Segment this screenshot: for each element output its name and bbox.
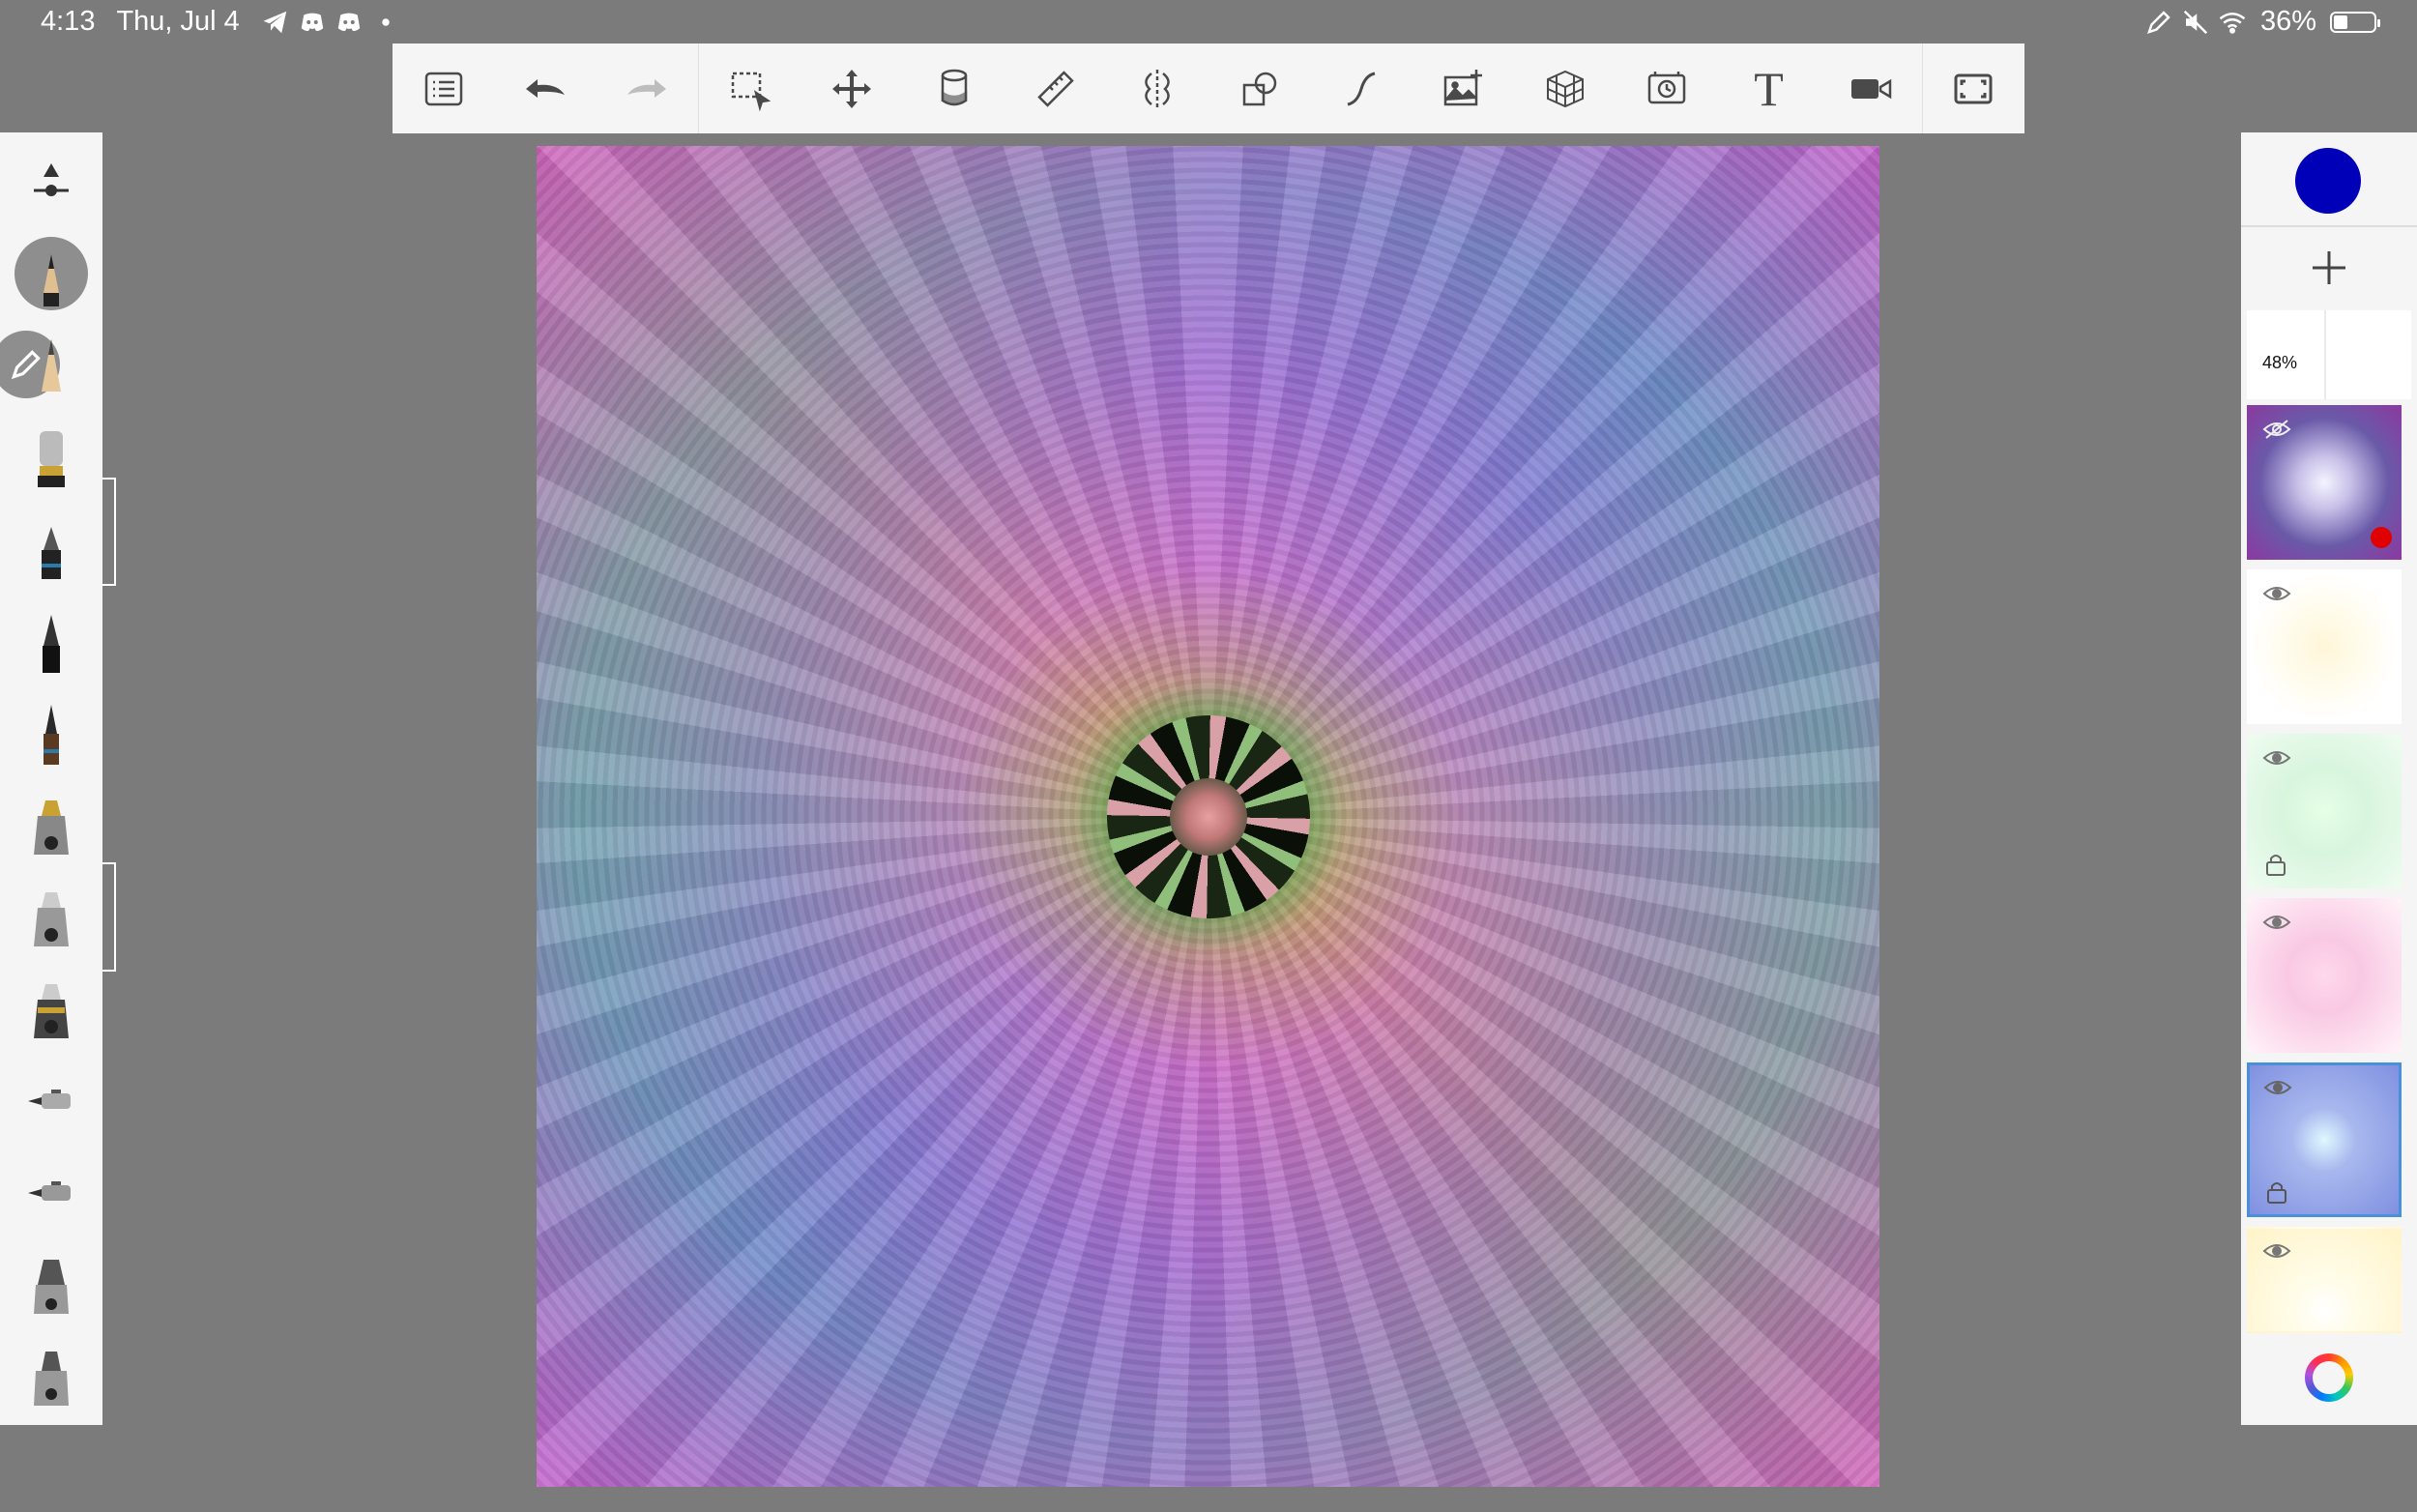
status-right: 36%	[2144, 6, 2380, 38]
perspective-icon[interactable]	[1514, 44, 1616, 133]
pencil-icon	[2146, 10, 2170, 34]
status-date: Thu, Jul 4	[116, 6, 240, 37]
battery-fill	[2334, 15, 2348, 29]
telegram-icon	[263, 11, 287, 33]
selection-icon[interactable]	[699, 44, 801, 133]
eye-icon[interactable]	[2262, 912, 2291, 933]
curve-icon[interactable]	[1310, 44, 1412, 133]
battery-icon	[2330, 11, 2380, 33]
current-color-swatch[interactable]	[2295, 148, 2361, 214]
undo-icon[interactable]	[494, 44, 596, 133]
spray-brush-icon[interactable]	[19, 1061, 83, 1142]
list-icon[interactable]	[393, 44, 494, 133]
redo-icon[interactable]	[597, 44, 698, 133]
lock-icon[interactable]	[2265, 1179, 2288, 1205]
airbrush-icon[interactable]	[19, 785, 83, 866]
drawing-canvas[interactable]	[537, 146, 1879, 1487]
plus-icon	[2313, 251, 2345, 284]
record-icon[interactable]	[1820, 44, 1921, 133]
battery-percent: 36%	[2259, 6, 2316, 37]
brush-palette	[0, 132, 102, 1425]
eye-icon[interactable]	[2262, 1240, 2291, 1262]
layer-opacity-control[interactable]: 48%	[2247, 310, 2411, 399]
marker-brush-icon[interactable]	[19, 509, 83, 591]
import-image-icon[interactable]	[1412, 44, 1514, 133]
eye-icon[interactable]	[2262, 747, 2291, 769]
brush-group-bracket	[102, 862, 116, 972]
layer-thumbnail-1[interactable]	[2247, 405, 2402, 560]
shape-icon[interactable]	[1208, 44, 1310, 133]
layer-thumbnail-4[interactable]	[2247, 898, 2402, 1053]
ink-brush-icon[interactable]	[19, 693, 83, 774]
discord-icon	[337, 13, 361, 31]
transform-icon[interactable]	[801, 44, 903, 133]
opacity-label: 48%	[2262, 353, 2298, 372]
brush-size-slider-icon[interactable]	[19, 142, 83, 223]
pen-brush-icon[interactable]	[19, 601, 83, 683]
top-toolbar: T	[393, 44, 2024, 133]
pencil-brush-icon[interactable]	[15, 237, 88, 310]
time-lapse-icon[interactable]	[1616, 44, 1718, 133]
layer-thumbnail-6[interactable]	[2247, 1227, 2402, 1333]
eye-icon[interactable]	[2263, 1077, 2292, 1098]
system-icons	[2144, 8, 2247, 37]
status-time: 4:13	[41, 6, 96, 37]
discord-icon	[301, 13, 324, 31]
status-bar: 4:13 Thu, Jul 4 36%	[0, 0, 2417, 44]
layer-thumbnail-3[interactable]	[2247, 734, 2402, 888]
lock-icon[interactable]	[2264, 852, 2287, 877]
ruler-icon[interactable]	[1005, 44, 1106, 133]
fullscreen-icon[interactable]	[1923, 44, 2024, 133]
mandala-center	[1169, 777, 1247, 856]
color-wheel-icon[interactable]	[2305, 1353, 2353, 1402]
paint-brush-icon[interactable]	[19, 418, 83, 499]
layer-thumbnail-5[interactable]	[2247, 1062, 2402, 1217]
dot-icon	[382, 17, 390, 26]
recording-dot	[2371, 527, 2392, 548]
airbrush-icon[interactable]	[19, 877, 83, 958]
layer-thumbnail-2[interactable]	[2247, 569, 2402, 724]
eye-hidden-icon[interactable]	[2262, 419, 2291, 440]
pencil-brush-icon[interactable]	[19, 326, 83, 407]
fill-icon[interactable]	[903, 44, 1005, 133]
spray-brush-icon[interactable]	[19, 1152, 83, 1234]
add-layer-button[interactable]	[2241, 225, 2417, 310]
brush-group-bracket	[102, 478, 116, 586]
wifi-icon	[2219, 12, 2246, 34]
notification-icons	[261, 8, 400, 37]
text-tool-icon[interactable]: T	[1718, 44, 1820, 133]
chisel-brush-icon[interactable]	[19, 1244, 83, 1325]
layers-panel: 48%	[2241, 132, 2417, 1425]
text-tool-label: T	[1754, 61, 1784, 116]
eye-icon[interactable]	[2262, 583, 2291, 604]
airbrush-icon[interactable]	[19, 969, 83, 1050]
symmetry-icon[interactable]	[1107, 44, 1208, 133]
mute-icon	[2183, 10, 2208, 34]
status-left: 4:13 Thu, Jul 4	[41, 6, 400, 38]
chisel-brush-icon[interactable]	[19, 1336, 83, 1417]
